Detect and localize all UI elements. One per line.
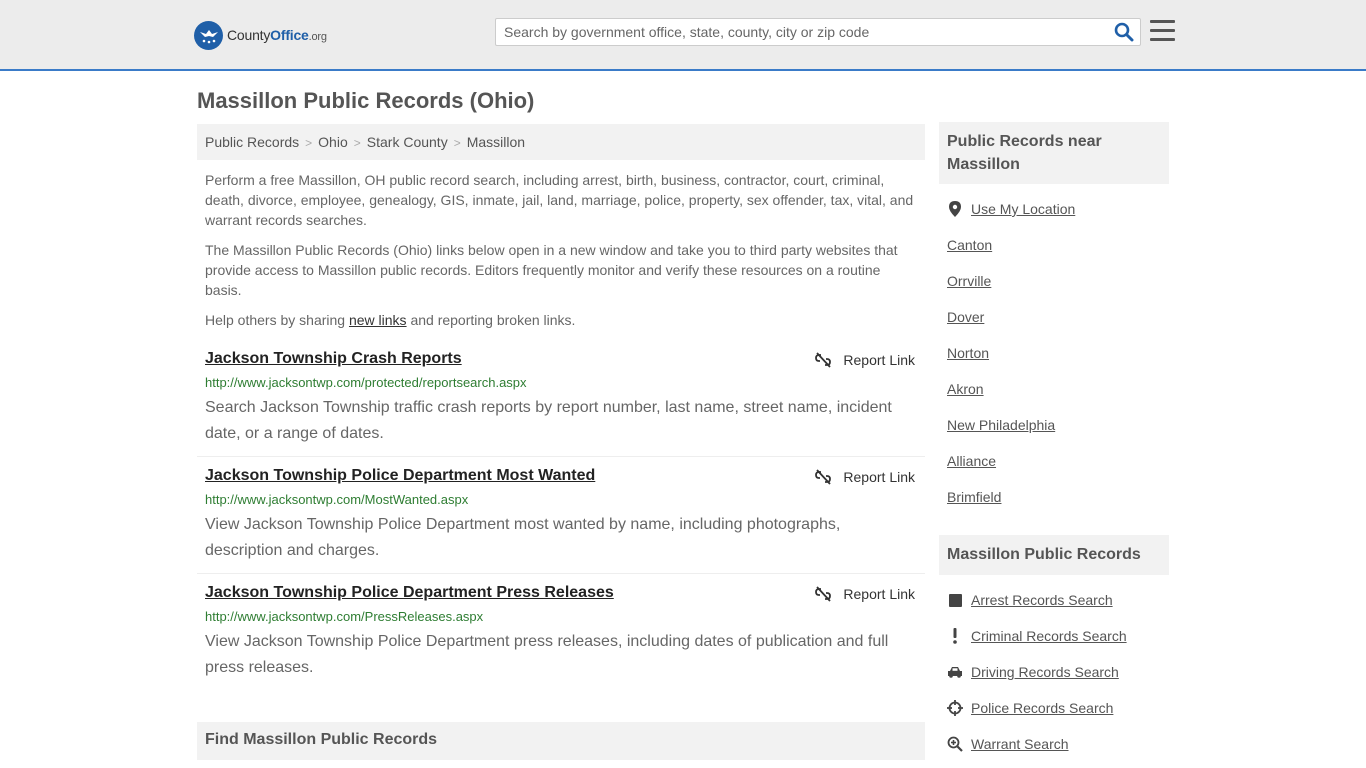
- breadcrumb: Public Records > Ohio > Stark County > Massill…: [197, 124, 925, 160]
- intro-paragraph-1: Perform a free Massillon, OH public reco…: [205, 172, 914, 228]
- broken-link-icon: [815, 586, 832, 602]
- criminal-records-link[interactable]: Criminal Records Search: [971, 628, 1127, 644]
- record-link-url: http://www.jacksontwp.com/protected/repo…: [205, 375, 527, 390]
- nearby-city-item: Akron: [947, 381, 984, 397]
- nearby-city-link[interactable]: Alliance: [947, 453, 996, 469]
- search-icon[interactable]: [1114, 22, 1134, 42]
- record-type-item: Police Records Search: [947, 700, 1113, 716]
- report-link-button[interactable]: Report Link: [815, 352, 915, 368]
- record-type-item: Arrest Records Search: [947, 592, 1113, 608]
- record-link-entry: Jackson Township Crash Reports Report Li…: [197, 350, 925, 457]
- record-link-description: View Jackson Township Police Department …: [205, 633, 889, 676]
- report-link-button[interactable]: Report Link: [815, 469, 915, 485]
- nearby-city-item: Alliance: [947, 453, 996, 469]
- find-records-heading: Find Massillon Public Records: [197, 722, 925, 760]
- logo-wordmark: CountyOffice.org: [227, 27, 327, 43]
- intro-p3-before: Help others by sharing: [205, 312, 349, 328]
- breadcrumb-separator: >: [305, 136, 313, 150]
- logo-office: Office: [270, 27, 309, 43]
- intro-paragraph-3: Help others by sharing new links and rep…: [205, 310, 917, 330]
- breadcrumb-stark-county[interactable]: Stark County: [367, 134, 448, 150]
- report-link-label: Report Link: [843, 352, 915, 368]
- site-header: CountyOffice.org: [0, 0, 1366, 71]
- record-link-title[interactable]: Jackson Township Crash Reports: [205, 350, 462, 368]
- nearby-records-heading: Public Records near Massillon: [939, 122, 1169, 184]
- nearby-city-link[interactable]: Orrville: [947, 273, 991, 289]
- report-link-label: Report Link: [843, 469, 915, 485]
- record-link-title[interactable]: Jackson Township Police Department Press…: [205, 584, 614, 602]
- warrant-search-link[interactable]: Warrant Search: [971, 736, 1069, 752]
- broken-link-icon: [815, 469, 832, 485]
- car-icon: [947, 664, 963, 680]
- record-link-url: http://www.jacksontwp.com/PressReleases.…: [205, 609, 484, 624]
- logo-tld: .org: [308, 31, 327, 43]
- use-location-link[interactable]: Use My Location: [971, 201, 1075, 217]
- record-type-item: Driving Records Search: [947, 664, 1119, 680]
- site-logo[interactable]: CountyOffice.org: [194, 20, 327, 50]
- nearby-city-link[interactable]: Brimfield: [947, 489, 1001, 505]
- breadcrumb-separator: >: [453, 136, 461, 150]
- page-title: Massillon Public Records (Ohio): [197, 88, 535, 113]
- nearby-city-link[interactable]: Akron: [947, 381, 984, 397]
- report-link-button[interactable]: Report Link: [815, 586, 915, 602]
- report-link-label: Report Link: [843, 586, 915, 602]
- nearby-city-link[interactable]: New Philadelphia: [947, 417, 1055, 433]
- map-pin-icon: [947, 201, 963, 217]
- driving-records-link[interactable]: Driving Records Search: [971, 664, 1119, 680]
- intro-paragraph-2: The Massillon Public Records (Ohio) link…: [205, 242, 898, 298]
- police-records-link[interactable]: Police Records Search: [971, 700, 1113, 716]
- search-box: [495, 18, 1141, 46]
- use-location-item: Use My Location: [947, 201, 1075, 217]
- record-link-description: Search Jackson Township traffic crash re…: [205, 399, 892, 442]
- search-input[interactable]: [496, 19, 1106, 45]
- search-plus-icon: [947, 736, 963, 752]
- breadcrumb-ohio[interactable]: Ohio: [318, 134, 348, 150]
- crosshair-icon: [947, 700, 963, 716]
- nearby-city-link[interactable]: Norton: [947, 345, 989, 361]
- record-type-item: Criminal Records Search: [947, 628, 1127, 644]
- record-link-description: View Jackson Township Police Department …: [205, 516, 841, 559]
- nearby-city-item: Orrville: [947, 273, 991, 289]
- hamburger-menu-icon[interactable]: [1150, 20, 1175, 42]
- intro-p3-after: and reporting broken links.: [406, 312, 576, 328]
- logo-brand: County: [227, 27, 271, 43]
- nearby-city-link[interactable]: Canton: [947, 237, 992, 253]
- logo-eagle-icon: [194, 20, 223, 50]
- nearby-city-item: New Philadelphia: [947, 417, 1055, 433]
- breadcrumb-public-records[interactable]: Public Records: [205, 134, 299, 150]
- breadcrumb-separator: >: [353, 136, 361, 150]
- breadcrumb-current: Massillon: [466, 134, 526, 150]
- nearby-city-link[interactable]: Dover: [947, 309, 984, 325]
- city-records-heading: Massillon Public Records: [939, 535, 1169, 575]
- nearby-city-item: Norton: [947, 345, 989, 361]
- square-icon: [947, 592, 963, 608]
- broken-link-icon: [815, 352, 832, 368]
- record-link-url: http://www.jacksontwp.com/MostWanted.asp…: [205, 492, 469, 507]
- record-link-title[interactable]: Jackson Township Police Department Most …: [205, 467, 595, 485]
- record-type-item: Warrant Search: [947, 736, 1069, 752]
- exclamation-icon: [947, 628, 963, 644]
- record-link-entry: Jackson Township Police Department Press…: [197, 584, 925, 691]
- nearby-city-item: Brimfield: [947, 489, 1001, 505]
- nearby-city-item: Canton: [947, 237, 992, 253]
- arrest-records-link[interactable]: Arrest Records Search: [971, 592, 1113, 608]
- nearby-city-item: Dover: [947, 309, 984, 325]
- new-links-link[interactable]: new links: [349, 312, 407, 328]
- record-link-entry: Jackson Township Police Department Most …: [197, 467, 925, 574]
